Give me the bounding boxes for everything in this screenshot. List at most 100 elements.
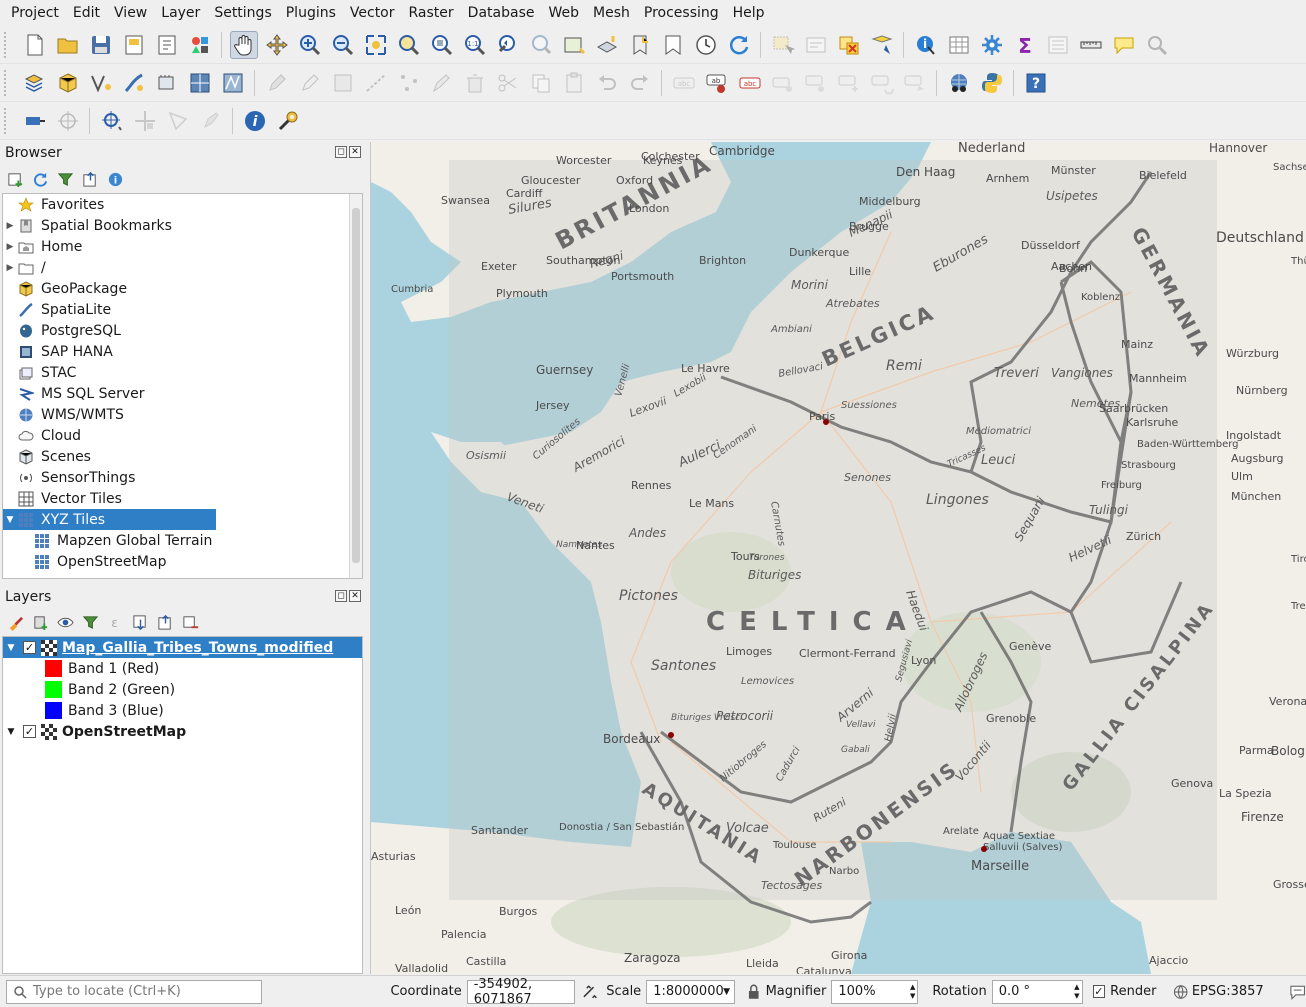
layer-item[interactable]: ▼ ✓ Map_Gallia_Tribes_Towns_modified (3, 637, 362, 658)
pan-to-selection-button[interactable] (263, 31, 291, 59)
vertex-tool-button[interactable] (395, 69, 423, 97)
scale-combo[interactable]: 1:8000000 ▼ (646, 979, 736, 1004)
layer-labeling-options-button[interactable]: abc (670, 69, 698, 97)
scrollbar-thumb[interactable] (352, 208, 360, 563)
zoom-full-button[interactable] (362, 31, 390, 59)
filter-legend-button[interactable] (81, 613, 99, 631)
browser-item-vector-tiles[interactable]: Vector Tiles (3, 488, 362, 509)
browser-item-spatial-bookmarks[interactable]: ▶ Spatial Bookmarks (3, 215, 362, 236)
show-bookmarks-button[interactable] (659, 31, 687, 59)
browser-item-stac[interactable]: STAC (3, 362, 362, 383)
toggle-extents-icon[interactable] (581, 983, 598, 1001)
zoom-to-selection-button[interactable] (395, 31, 423, 59)
spinbox-arrows-icon[interactable]: ▲ ▼ (1074, 983, 1079, 1001)
browser-item-cloud[interactable]: Cloud (3, 425, 362, 446)
new-spatial-bookmark-button[interactable] (626, 31, 654, 59)
shape-digitize-button[interactable] (164, 107, 192, 135)
open-attribute-table-button[interactable] (945, 31, 973, 59)
zoom-last-button[interactable] (494, 31, 522, 59)
pan-map-button[interactable] (229, 30, 258, 59)
map-canvas[interactable]: BRITANNIA BELGICA GERMANIA CELTICA AQUIT… (370, 142, 1306, 974)
refresh-button[interactable] (725, 31, 753, 59)
manage-visibility-button[interactable] (56, 613, 74, 631)
browser-item-wms-wmts[interactable]: WMS/WMTS (3, 404, 362, 425)
temporal-controller-button[interactable] (692, 31, 720, 59)
open-project-button[interactable] (54, 31, 82, 59)
quickosm-button[interactable] (945, 69, 973, 97)
show-tips-button[interactable] (1044, 31, 1072, 59)
browser-item-spatialite[interactable]: SpatiaLite (3, 299, 362, 320)
add-gcp-button[interactable] (98, 107, 126, 135)
globe-icon[interactable] (1173, 984, 1188, 1000)
layer-visibility-checkbox[interactable]: ✓ (23, 725, 36, 738)
settings-wrench-button[interactable] (274, 107, 302, 135)
new-3d-map-view-button[interactable] (593, 31, 621, 59)
chevron-right-icon[interactable]: ▶ (3, 263, 17, 273)
browser-item-sensorthings[interactable]: SensorThings (3, 467, 362, 488)
paste-features-button[interactable] (560, 69, 588, 97)
change-label-button[interactable] (901, 69, 929, 97)
collapse-all-button[interactable] (81, 170, 99, 188)
toolbar-grip[interactable] (4, 31, 12, 58)
select-by-value-button[interactable] (802, 31, 830, 59)
close-panel-button[interactable]: ✕ (349, 590, 361, 602)
help-button[interactable]: ? (1022, 69, 1050, 97)
zoom-out-button[interactable] (329, 31, 357, 59)
data-source-manager-button[interactable] (21, 69, 49, 97)
move-label-button[interactable] (835, 69, 863, 97)
save-project-button[interactable] (87, 31, 115, 59)
browser-item-ms-sql-server[interactable]: MS SQL Server (3, 383, 362, 404)
style-layer-button[interactable] (6, 613, 24, 631)
identify-features-button[interactable]: i (912, 31, 940, 59)
browser-tree[interactable]: Favorites ▶ Spatial Bookmarks ▶ Home ▶ / GeoPac… (2, 193, 363, 579)
locator-search-input[interactable]: Type to locate (Ctrl+K) (6, 979, 263, 1004)
browser-item-favorites[interactable]: Favorites (3, 194, 362, 215)
delete-selected-button[interactable] (461, 69, 489, 97)
menu-edit[interactable]: Edit (66, 0, 107, 26)
undo-button[interactable] (593, 69, 621, 97)
zoom-next-button[interactable] (527, 31, 555, 59)
new-spatialite-layer-button[interactable] (120, 69, 148, 97)
redo-button[interactable] (626, 69, 654, 97)
browser-item-xyz-tiles[interactable]: ▼ XYZ Tiles (3, 509, 362, 530)
highlight-pinned-labels-button[interactable]: abc (736, 69, 764, 97)
layer-item[interactable]: ▼ ✓ OpenStreetMap (3, 721, 362, 742)
lock-icon[interactable] (747, 984, 760, 1000)
menu-vector[interactable]: Vector (343, 0, 402, 26)
crosshair-button[interactable] (54, 107, 82, 135)
map-tips-button[interactable] (1110, 31, 1138, 59)
browser-scrollbar[interactable] (349, 194, 362, 578)
browser-item-geopackage[interactable]: GeoPackage (3, 278, 362, 299)
new-virtual-layer-button[interactable] (186, 69, 214, 97)
current-edits-button[interactable] (263, 69, 291, 97)
select-features-button[interactable] (769, 31, 797, 59)
add-layer-button[interactable] (6, 170, 24, 188)
pin-unpin-labels-button[interactable] (769, 69, 797, 97)
filter-browser-button[interactable] (56, 170, 74, 188)
messages-icon[interactable] (1289, 984, 1306, 1000)
show-hide-labels-button[interactable] (802, 69, 830, 97)
save-layer-edits-button[interactable] (329, 69, 357, 97)
menu-project[interactable]: Project (4, 0, 66, 26)
add-line-feature-button[interactable] (362, 69, 390, 97)
float-panel-button[interactable]: ◻ (335, 146, 347, 158)
menu-plugins[interactable]: Plugins (279, 0, 343, 26)
layout-manager-button[interactable] (153, 31, 181, 59)
new-mesh-layer-button[interactable] (219, 69, 247, 97)
add-group-button[interactable] (31, 613, 49, 631)
locator-button[interactable] (1143, 31, 1171, 59)
layers-tree[interactable]: ▼ ✓ Map_Gallia_Tribes_Towns_modified Band 1… (2, 636, 363, 974)
float-panel-button[interactable]: ◻ (335, 590, 347, 602)
browser-item-home[interactable]: ▶ Home (3, 236, 362, 257)
menu-processing[interactable]: Processing (637, 0, 726, 26)
close-panel-button[interactable]: ✕ (349, 146, 361, 158)
rotate-label-button[interactable] (868, 69, 896, 97)
layer-visibility-checkbox[interactable]: ✓ (23, 641, 36, 654)
toggle-editing-button[interactable] (296, 69, 324, 97)
new-project-button[interactable] (21, 31, 49, 59)
statistics-button[interactable]: Σ (1011, 31, 1039, 59)
toolbox-button[interactable] (978, 31, 1006, 59)
crs-label[interactable]: EPSG:3857 (1192, 984, 1264, 999)
magnifier-spinbox[interactable]: 100% ▲ ▼ (831, 979, 919, 1004)
menu-database[interactable]: Database (461, 0, 542, 26)
